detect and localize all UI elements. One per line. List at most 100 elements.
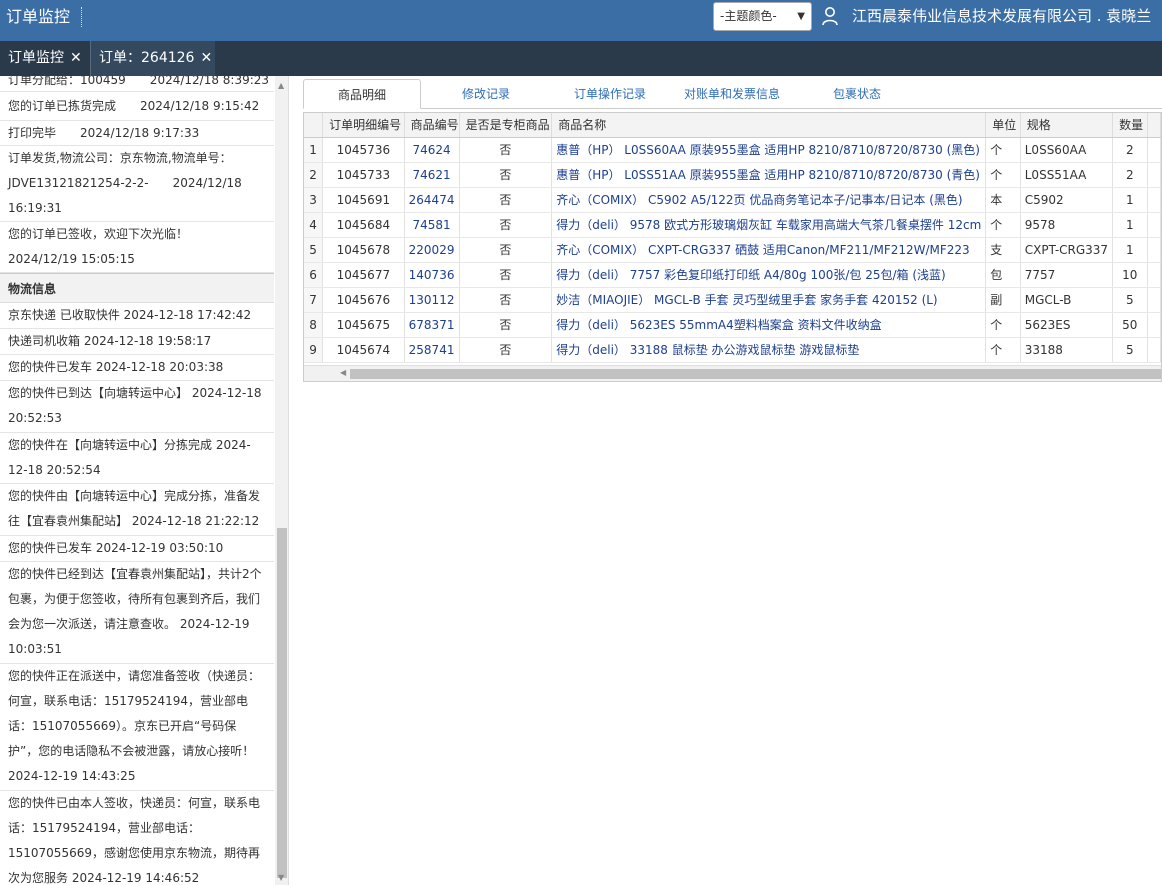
is-counter-cell: 否 — [459, 337, 553, 363]
user-icon — [822, 7, 838, 26]
spec-cell: 7757 — [1020, 262, 1114, 288]
subtab-statement-invoice[interactable]: 对账单和发票信息 — [677, 79, 787, 109]
logistics-item: 您的快件已经到达【宜春袁州集配站】，共计2个包裹，为便于您签收，待所有包裹到齐后… — [0, 562, 274, 664]
table-row[interactable]: 1 1045736 74624 否惠普（HP） L0SS60AA 原装955墨盒 适用… — [304, 137, 1161, 163]
quantity-cell: 50 — [1112, 312, 1148, 338]
product-name-cell[interactable]: 得力（deli） 9578 欧式方形玻璃烟灰缸 车载家用高端大气茶几餐桌摆件 1… — [551, 212, 987, 238]
quantity-cell: 2 — [1112, 162, 1148, 188]
chevron-down-icon: ▼ — [797, 11, 805, 22]
tab-order-detail[interactable]: 订单：264126 ✕ — [90, 41, 215, 76]
unit-cell: 个 — [985, 337, 1021, 363]
spec-cell: 5623ES — [1020, 312, 1114, 338]
product-id-cell: 130112 — [404, 287, 460, 313]
table-row[interactable]: 9 1045674 258741 否得力（deli） 33188 鼠标垫 办公游戏鼠标… — [304, 337, 1161, 363]
product-id-cell: 220029 — [404, 237, 460, 263]
col-header-is-counter[interactable]: 是否是专柜商品 — [459, 113, 553, 138]
unit-cell: 个 — [985, 312, 1021, 338]
logistics-item: 京东快递 已收取快件 2024-12-18 17:42:42 — [0, 303, 274, 329]
grid-scrollbar-thumb[interactable] — [350, 369, 1161, 379]
table-row[interactable]: 5 1045678 220029 否齐心（COMIX） CXPT-CRG337 硒鼓 … — [304, 237, 1161, 263]
log-scrollbar-thumb[interactable] — [277, 528, 287, 878]
row-number: 5 — [304, 237, 324, 263]
quantity-cell: 5 — [1112, 287, 1148, 313]
row-number: 3 — [304, 187, 324, 213]
col-header-product-name[interactable]: 商品名称 — [551, 113, 987, 138]
close-icon[interactable]: ✕ — [200, 41, 212, 76]
scroll-left-icon[interactable]: ◀ — [340, 368, 346, 377]
product-name-cell[interactable]: 惠普（HP） L0SS60AA 原装955墨盒 适用HP 8210/8710/8… — [551, 137, 987, 163]
spec-cell: C5902 — [1020, 187, 1114, 213]
subtab-package-status[interactable]: 包裹状态 — [797, 79, 917, 109]
detail-id-cell: 1045733 — [322, 162, 405, 188]
product-name-cell[interactable]: 妙洁（MIAOJIE） MGCL-B 手套 灵巧型绒里手套 家务手套 42015… — [551, 287, 987, 313]
spec-cell: 9578 — [1020, 212, 1114, 238]
tab-order-monitor[interactable]: 订单监控 ✕ — [0, 41, 88, 76]
table-row[interactable]: 2 1045733 74621 否惠普（HP） L0SS51AA 原装955墨盒 适用… — [304, 162, 1161, 188]
product-name-cell[interactable]: 得力（deli） 5623ES 55mmA4塑料档案盒 资料文件收纳盒 — [551, 312, 987, 338]
logistics-item: 您的快件已到达【向塘转运中心】 2024-12-18 20:52:53 — [0, 381, 274, 433]
page-tab-bar: 订单监控 ✕ 订单：264126 ✕ — [0, 41, 1162, 76]
logistics-item: 您的快件正在派送中，请您准备签收（快递员：何宣，联系电话：15179524194… — [0, 664, 274, 791]
filler-cell — [1147, 187, 1161, 213]
table-row[interactable]: 8 1045675 678371 否得力（deli） 5623ES 55mmA4塑料档… — [304, 312, 1161, 338]
filler-cell — [1147, 237, 1161, 263]
close-icon[interactable]: ✕ — [70, 41, 82, 76]
table-row[interactable]: 6 1045677 140736 否得力（deli） 7757 彩色复印纸打印纸 A4… — [304, 262, 1161, 288]
product-name-cell[interactable]: 齐心（COMIX） CXPT-CRG337 硒鼓 适用Canon/MF211/M… — [551, 237, 987, 263]
subtab-product-detail[interactable]: 商品明细 — [303, 79, 421, 109]
order-log-panel: 订单分配给：100459 2024/12/18 8:39:23 您的订单已拣货完… — [0, 76, 289, 885]
tab-label: 订单监控 — [8, 50, 64, 66]
is-counter-cell: 否 — [459, 262, 553, 288]
top-bar: 订单监控 -主题颜色- ▼ 江西晨泰伟业信息技术发展有限公司 . 袁晓兰 — [0, 0, 1162, 41]
logistics-item: 您的快件已发车 2024-12-19 03:50:10 — [0, 536, 274, 562]
quantity-cell: 5 — [1112, 337, 1148, 363]
product-id-cell: 264474 — [404, 187, 460, 213]
quantity-cell: 1 — [1112, 237, 1148, 263]
company-user-name[interactable]: 江西晨泰伟业信息技术发展有限公司 . 袁晓兰 — [852, 0, 1151, 33]
product-name-cell[interactable]: 惠普（HP） L0SS51AA 原装955墨盒 适用HP 8210/8710/8… — [551, 162, 987, 188]
table-row[interactable]: 3 1045691 264474 否齐心（COMIX） C5902 A5/122页 优… — [304, 187, 1161, 213]
spec-cell: L0SS51AA — [1020, 162, 1114, 188]
grid-horizontal-scrollbar[interactable]: ◀ — [304, 365, 1161, 381]
product-name-cell[interactable]: 得力（deli） 7757 彩色复印纸打印纸 A4/80g 100张/包 25包… — [551, 262, 987, 288]
filler-cell — [1147, 162, 1161, 188]
table-row[interactable]: 7 1045676 130112 否妙洁（MIAOJIE） MGCL-B 手套 灵巧型… — [304, 287, 1161, 313]
unit-cell: 个 — [985, 162, 1021, 188]
detail-id-cell: 1045684 — [322, 212, 405, 238]
col-header-product-id[interactable]: 商品编号 — [404, 113, 460, 138]
logistics-item: 您的快件在【向塘转运中心】分拣完成 2024-12-18 20:52:54 — [0, 433, 274, 484]
theme-select-value: -主题颜色- — [720, 9, 777, 23]
quantity-cell: 1 — [1112, 187, 1148, 213]
scroll-down-icon[interactable]: ▼ — [278, 873, 284, 882]
logistics-section-title: 物流信息 — [0, 273, 274, 303]
tab-label: 订单：264126 — [99, 50, 195, 66]
filler-cell — [1147, 312, 1161, 338]
unit-cell: 本 — [985, 187, 1021, 213]
row-number: 4 — [304, 212, 324, 238]
subtab-modify-log[interactable]: 修改记录 — [431, 79, 541, 109]
is-counter-cell: 否 — [459, 137, 553, 163]
product-name-cell[interactable]: 得力（deli） 33188 鼠标垫 办公游戏鼠标垫 游戏鼠标垫 — [551, 337, 987, 363]
table-row[interactable]: 4 1045684 74581 否得力（deli） 9578 欧式方形玻璃烟灰缸 车载… — [304, 212, 1161, 238]
filler-cell — [1147, 262, 1161, 288]
theme-color-select[interactable]: -主题颜色- ▼ — [713, 2, 812, 31]
col-header-unit[interactable]: 单位 — [985, 113, 1021, 138]
quantity-cell: 2 — [1112, 137, 1148, 163]
spec-cell: MGCL-B — [1020, 287, 1114, 313]
detail-id-cell: 1045676 — [322, 287, 405, 313]
product-id-cell: 678371 — [404, 312, 460, 338]
product-name-cell[interactable]: 齐心（COMIX） C5902 A5/122页 优品商务笔记本子/记事本/日记本… — [551, 187, 987, 213]
col-header-detail-id[interactable]: 订单明细编号 — [322, 113, 405, 138]
is-counter-cell: 否 — [459, 162, 553, 188]
detail-id-cell: 1045677 — [322, 262, 405, 288]
title-divider — [81, 7, 82, 27]
col-header-spec[interactable]: 规格 — [1020, 113, 1114, 138]
scroll-up-icon[interactable]: ▲ — [278, 81, 284, 90]
detail-id-cell: 1045675 — [322, 312, 405, 338]
col-header-quantity[interactable]: 数量 — [1112, 113, 1148, 138]
detail-id-cell: 1045691 — [322, 187, 405, 213]
product-id-cell: 74581 — [404, 212, 460, 238]
order-log-item: 您的订单已签收，欢迎下次光临！ 2024/12/19 15:05:15 — [0, 222, 274, 273]
subtab-operation-log[interactable]: 订单操作记录 — [551, 79, 669, 109]
spec-cell: 33188 — [1020, 337, 1114, 363]
